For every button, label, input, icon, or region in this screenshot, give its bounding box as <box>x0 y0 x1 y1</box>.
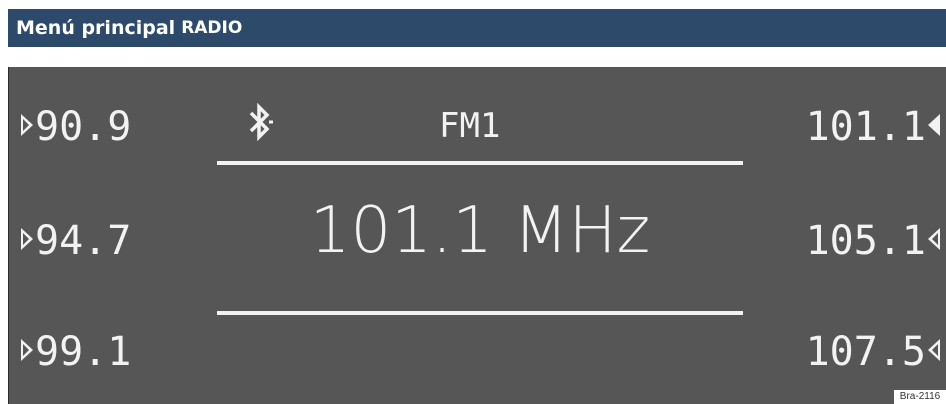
preset-right-2[interactable]: 105.1 <box>806 221 940 261</box>
preset-right-2-label: 105.1 <box>805 218 926 264</box>
play-left-outline-icon <box>928 228 940 250</box>
preset-left-1-label: 90.9 <box>35 104 132 150</box>
preset-right-3[interactable]: 107.5 <box>806 332 940 372</box>
radio-display: 90.9 94.7 99.1 FM1 101.1 MHz 101.1 105.1… <box>8 67 946 404</box>
play-right-icon <box>21 114 33 136</box>
bluetooth-icon <box>249 102 273 142</box>
page-header: Menú principal RADIO <box>8 9 946 47</box>
preset-left-1[interactable]: 90.9 <box>21 107 131 147</box>
preset-right-1-label: 101.1 <box>805 104 926 150</box>
preset-left-3[interactable]: 99.1 <box>21 332 131 372</box>
header-mode: RADIO <box>181 18 243 38</box>
preset-right-3-label: 107.5 <box>805 329 926 375</box>
play-right-icon <box>21 339 33 361</box>
header-title: Menú principal <box>16 17 176 39</box>
play-left-outline-icon <box>928 339 940 361</box>
play-right-icon <box>21 228 33 250</box>
divider-top <box>217 161 743 165</box>
preset-right-1[interactable]: 101.1 <box>806 107 940 147</box>
preset-left-3-label: 99.1 <box>35 329 132 375</box>
reference-code: Bra-2116 <box>894 390 946 404</box>
preset-left-2-label: 94.7 <box>35 218 132 264</box>
current-frequency: 101.1 MHz <box>309 194 651 268</box>
divider-bottom <box>217 311 743 315</box>
band-label: FM1 <box>439 106 501 146</box>
preset-left-2[interactable]: 94.7 <box>21 221 131 261</box>
play-left-filled-icon <box>928 114 940 136</box>
